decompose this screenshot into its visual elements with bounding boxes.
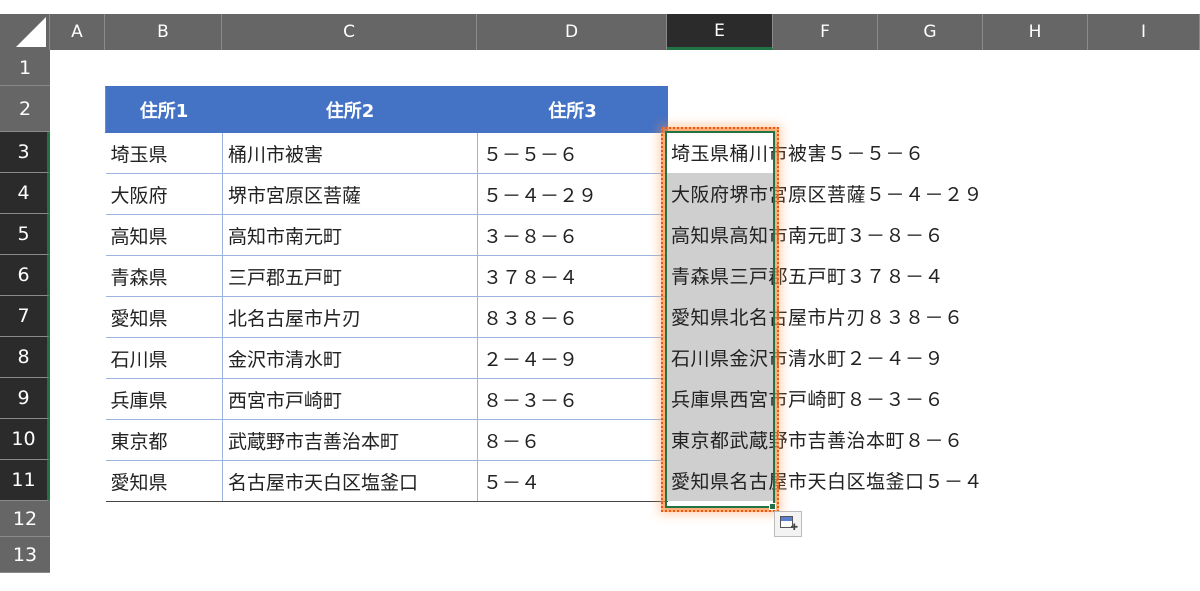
combined-address-text: 大阪府堺市宮原区菩薩５－４－２９ [671,184,984,206]
combined-address-text: 埼玉県桶川市被害５－５－６ [671,143,925,165]
column-header-i[interactable]: I [1088,14,1200,50]
table-cell[interactable]: 愛知県 [105,460,223,502]
column-header-c[interactable]: C [222,14,477,50]
row-header-12[interactable]: 12 [0,501,50,537]
row-header-5[interactable]: 5 [0,214,50,255]
combined-address-cell[interactable]: 青森県三戸郡五戸町３７８－４ [667,255,944,296]
row-header-4[interactable]: 4 [0,173,50,214]
table-cell[interactable]: 三戸郡五戸町 [222,255,478,297]
table-cell[interactable]: 大阪府 [105,173,223,215]
header-cell-address1[interactable]: 住所1 [105,86,223,133]
select-all-triangle-icon [16,17,46,47]
dropdown-plus-icon: ✚ [790,523,798,533]
column-header-g[interactable]: G [878,14,983,50]
table-cell[interactable]: 武蔵野市吉善治本町 [222,419,478,461]
table-cell[interactable]: ３７８－４ [477,255,668,297]
table-cell[interactable]: 兵庫県 [105,378,223,420]
row-header-6[interactable]: 6 [0,255,50,296]
table-cell[interactable]: ８－３－６ [477,378,668,420]
table-cell[interactable]: ８３８－６ [477,296,668,338]
table-cell[interactable]: ５－４ [477,460,668,502]
table-row: 兵庫県 西宮市戸崎町 ８－３－６ [105,378,668,420]
combined-address-cell[interactable]: 高知県高知市南元町３－８－６ [667,214,944,255]
combined-address-cell[interactable]: 大阪府堺市宮原区菩薩５－４－２９ [667,173,983,214]
flash-fill-options-button[interactable]: ✚ [774,511,802,537]
row-header-11[interactable]: 11 [0,460,50,501]
table-row: 埼玉県 桶川市被害 ５－５－６ [105,132,668,174]
combined-address-cell[interactable]: 愛知県名古屋市天白区塩釜口５－４ [667,460,983,501]
row-header-9[interactable]: 9 [0,378,50,419]
column-header-f[interactable]: F [773,14,878,50]
table-cell[interactable]: 西宮市戸崎町 [222,378,478,420]
column-header-h[interactable]: H [983,14,1088,50]
table-cell[interactable]: 石川県 [105,337,223,379]
table-row: 青森県 三戸郡五戸町 ３７８－４ [105,255,668,297]
table-cell[interactable]: ５－４－２９ [477,173,668,215]
row-header-13[interactable]: 13 [0,537,50,573]
table-header-row: 住所1 住所2 住所3 [105,86,668,133]
table-cell[interactable]: ３－８－６ [477,214,668,256]
combined-address-cell[interactable]: 埼玉県桶川市被害５－５－６ [667,132,924,173]
combined-address-text: 兵庫県西宮市戸崎町８－３－６ [671,389,945,411]
column-header-a[interactable]: A [50,14,105,50]
address-table: 住所1 住所2 住所3 埼玉県 桶川市被害 ５－５－６ 大阪府 堺市宮原区菩薩 ５－４－２… [105,86,668,502]
fill-handle[interactable] [769,503,776,510]
table-cell[interactable]: 金沢市清水町 [222,337,478,379]
row-header-8[interactable]: 8 [0,337,50,378]
combined-address-cell[interactable]: 愛知県北名古屋市片刃８３８－６ [667,296,963,337]
table-cell[interactable]: 北名古屋市片刃 [222,296,478,338]
row-header-2[interactable]: 2 [0,86,50,132]
combined-address-text: 高知県高知市南元町３－８－６ [671,225,945,247]
combined-address-cell[interactable]: 東京都武蔵野市吉善治本町８－６ [667,419,963,460]
combined-address-text: 東京都武蔵野市吉善治本町８－６ [671,430,964,452]
table-cell[interactable]: 桶川市被害 [222,132,478,174]
table-row: 東京都 武蔵野市吉善治本町 ８－６ [105,419,668,461]
row-header-1[interactable]: 1 [0,50,50,86]
table-row: 大阪府 堺市宮原区菩薩 ５－４－２９ [105,173,668,215]
table-cell[interactable]: 青森県 [105,255,223,297]
table-cell[interactable]: 堺市宮原区菩薩 [222,173,478,215]
header-cell-address3[interactable]: 住所3 [477,86,668,133]
column-header-bar: ABCDEFGHI [0,14,1200,50]
table-row: 高知県 高知市南元町 ３－８－６ [105,214,668,256]
combined-address-text: 愛知県北名古屋市片刃８３８－６ [671,307,964,329]
table-cell[interactable]: 東京都 [105,419,223,461]
table-row: 石川県 金沢市清水町 ２－４－９ [105,337,668,379]
combined-address-cell[interactable]: 石川県金沢市清水町２－４－９ [667,337,944,378]
select-all-corner[interactable] [0,14,50,50]
table-cell[interactable]: 高知市南元町 [222,214,478,256]
table-cell[interactable]: 埼玉県 [105,132,223,174]
header-cell-address2[interactable]: 住所2 [222,86,478,133]
combined-address-text: 石川県金沢市清水町２－４－９ [671,348,945,370]
table-row: 愛知県 名古屋市天白区塩釜口 ５－４ [105,460,668,502]
row-header-bar: 1 2 3 4 5 6 7 8 9 10 11 12 13 [0,50,50,573]
table-cell[interactable]: 高知県 [105,214,223,256]
combined-address-column: 埼玉県桶川市被害５－５－６ 大阪府堺市宮原区菩薩５－４－２９ 高知県高知市南元町３－… [667,132,983,501]
table-cell[interactable]: 名古屋市天白区塩釜口 [222,460,478,502]
table-row: 愛知県 北名古屋市片刃 ８３８－６ [105,296,668,338]
column-header-d[interactable]: D [477,14,667,50]
column-header-b[interactable]: B [105,14,222,50]
row-header-7[interactable]: 7 [0,296,50,337]
row-header-10[interactable]: 10 [0,419,50,460]
table-cell[interactable]: ２－４－９ [477,337,668,379]
row-header-3[interactable]: 3 [0,132,50,173]
column-header-e[interactable]: E [667,14,773,50]
combined-address-cell[interactable]: 兵庫県西宮市戸崎町８－３－６ [667,378,944,419]
combined-address-text: 愛知県名古屋市天白区塩釜口５－４ [671,471,984,493]
table-cell[interactable]: ５－５－６ [477,132,668,174]
table-cell[interactable]: ８－６ [477,419,668,461]
table-cell[interactable]: 愛知県 [105,296,223,338]
combined-address-text: 青森県三戸郡五戸町３７８－４ [671,266,945,288]
